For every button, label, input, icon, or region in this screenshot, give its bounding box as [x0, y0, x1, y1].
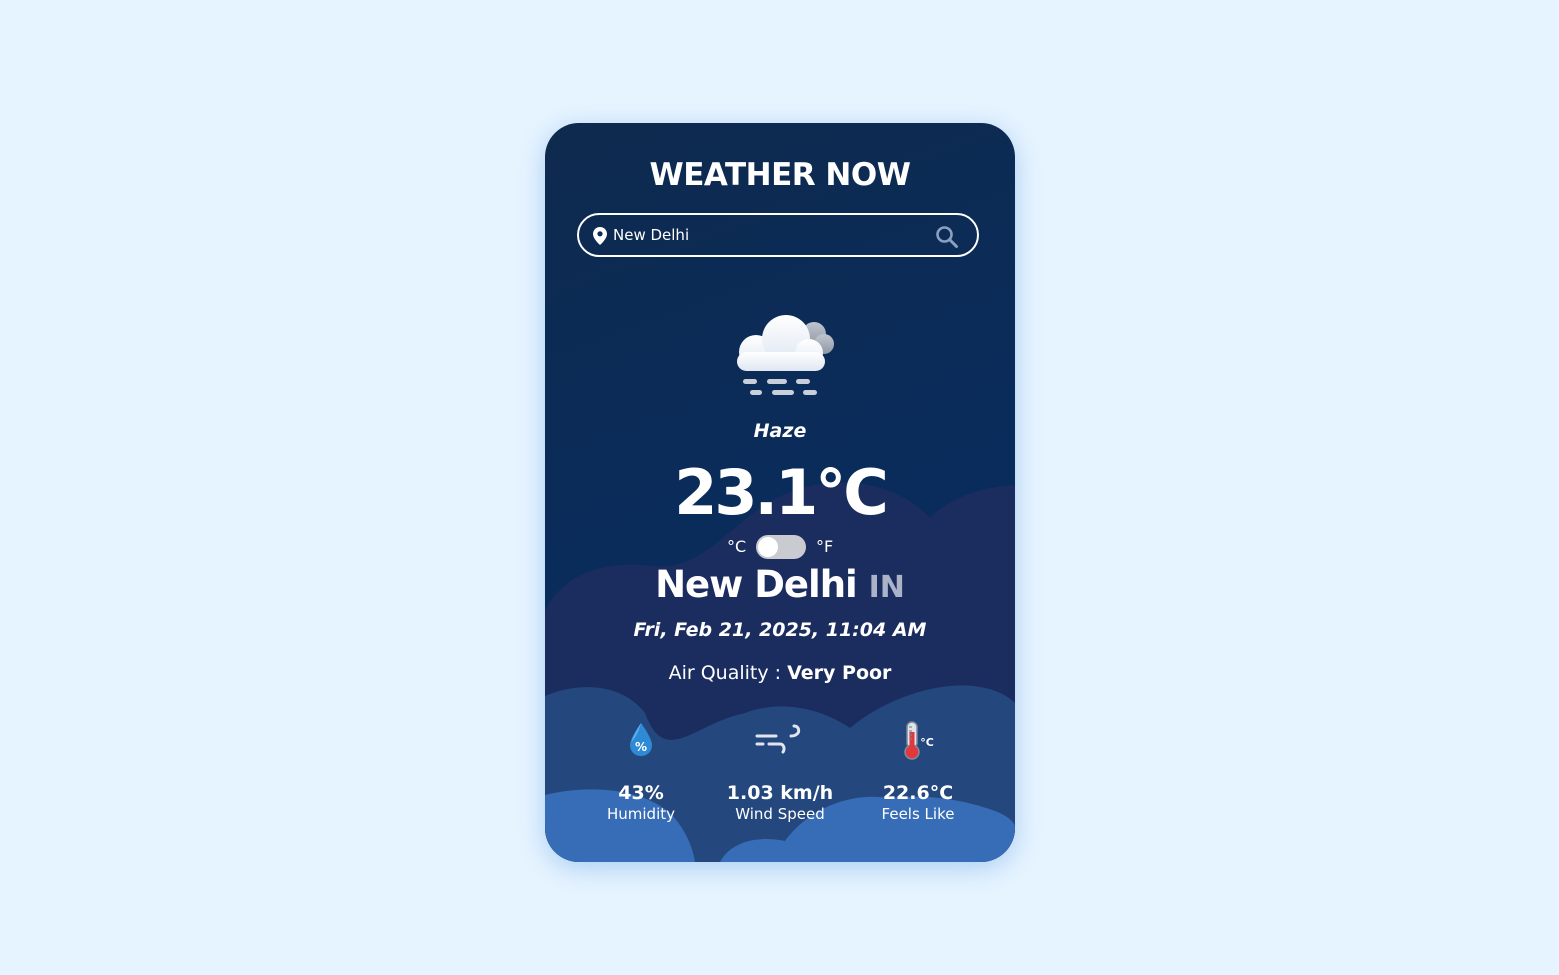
stat-feels-like: °C 22.6°C Feels Like — [843, 718, 993, 823]
humidity-drop-icon: % — [630, 723, 652, 756]
wind-value: 1.03 km/h — [726, 782, 834, 804]
humidity-label: Humidity — [606, 805, 675, 823]
country-code: IN — [868, 570, 905, 605]
wind-icon — [755, 724, 801, 754]
air-quality: Air Quality : Very Poor — [545, 662, 1015, 684]
wind-label: Wind Speed — [735, 805, 825, 823]
location-name: New Delhi IN — [545, 563, 1015, 606]
unit-switch: °C °F — [545, 534, 1015, 560]
app-title: WEATHER NOW — [649, 157, 911, 193]
date-time: Fri, Feb 21, 2025, 11:04 AM — [633, 619, 927, 641]
humidity-value: 43% — [618, 782, 664, 804]
svg-text:°C: °C — [920, 736, 934, 749]
air-quality-label: Air Quality : — [668, 662, 782, 684]
stat-humidity: % 43% Humidity — [566, 718, 716, 823]
weather-card: WEATHER NOW New Delhi Haze 23.1°C °C °F … — [545, 123, 1015, 862]
weather-condition: Haze — [753, 420, 807, 442]
unit-toggle[interactable] — [756, 535, 806, 559]
search-bar[interactable] — [577, 213, 979, 257]
svg-text:%: % — [635, 740, 647, 754]
search-input[interactable] — [613, 221, 933, 249]
celsius-label: °C — [727, 537, 747, 556]
thermometer-icon: °C — [904, 721, 934, 760]
map-pin-icon — [593, 227, 607, 245]
feels-like-value: 22.6°C — [882, 782, 954, 804]
search-icon[interactable] — [935, 225, 959, 249]
haze-cloud-icon — [737, 315, 834, 395]
temperature-value: 23.1°C — [674, 456, 888, 529]
air-quality-value: Very Poor — [787, 662, 892, 684]
toggle-knob — [758, 537, 778, 557]
city-name: New Delhi — [655, 563, 858, 606]
feels-like-label: Feels Like — [881, 805, 955, 823]
stat-wind: 1.03 km/h Wind Speed — [705, 718, 855, 823]
fahrenheit-label: °F — [816, 537, 834, 556]
